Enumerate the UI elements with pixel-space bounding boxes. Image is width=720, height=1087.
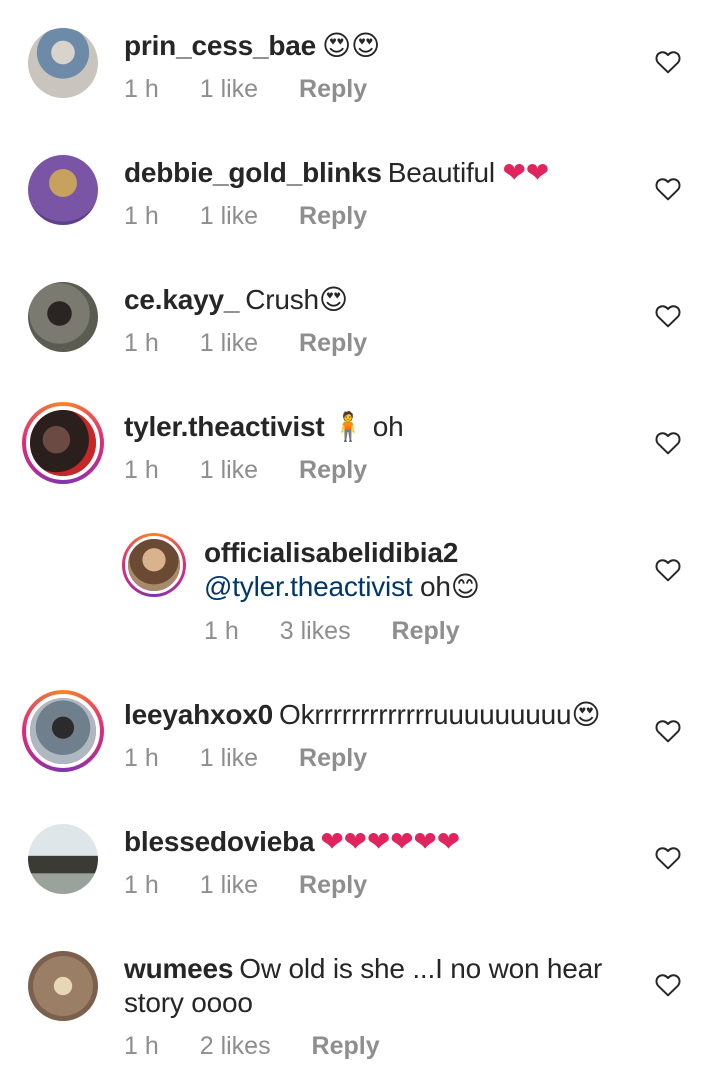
heart-outline-icon[interactable]: [655, 431, 681, 455]
comment-time: 1 h: [124, 75, 159, 103]
reply-button[interactable]: Reply: [299, 456, 367, 484]
avatar[interactable]: [22, 402, 104, 484]
reply-button[interactable]: Reply: [299, 871, 367, 899]
comment-username[interactable]: ce.kayy_: [124, 284, 239, 315]
comment-likes[interactable]: 1 like: [200, 871, 258, 899]
comment-username[interactable]: officialisabelidibia2: [204, 537, 458, 568]
comment-likes[interactable]: 3 likes: [280, 617, 351, 645]
comment-username[interactable]: blessedovieba: [124, 826, 315, 857]
avatar[interactable]: [28, 951, 98, 1021]
comment-emoji: 😍: [571, 698, 601, 731]
avatar[interactable]: [122, 533, 186, 597]
comment-username[interactable]: leeyahxox0: [124, 699, 273, 730]
comment-likes[interactable]: 2 likes: [200, 1032, 271, 1060]
comment-likes[interactable]: 1 like: [200, 75, 258, 103]
comment-emoji: ❤❤: [502, 156, 550, 189]
reply-button[interactable]: Reply: [392, 617, 460, 645]
heart-outline-icon[interactable]: [655, 50, 681, 74]
heart-outline-icon[interactable]: [655, 558, 681, 582]
reply-button[interactable]: Reply: [312, 1032, 380, 1060]
comment-likes[interactable]: 1 like: [200, 744, 258, 772]
avatar[interactable]: [28, 28, 98, 98]
heart-outline-icon[interactable]: [655, 719, 681, 743]
comment-text: Ow old is she ...I no won hear: [239, 953, 603, 984]
reply-button[interactable]: Reply: [299, 202, 367, 230]
comment-likes[interactable]: 1 like: [200, 202, 258, 230]
comment-time: 1 h: [124, 202, 159, 230]
heart-outline-icon[interactable]: [655, 973, 681, 997]
comment-username[interactable]: wumees: [124, 953, 233, 984]
comment-emoji: ❤❤❤❤❤❤: [320, 825, 460, 858]
comment-emoji: 🧍: [330, 410, 366, 443]
comment-text: oh: [372, 411, 404, 442]
mention-link[interactable]: @tyler.theactivist: [204, 571, 413, 602]
comment-text: oh: [420, 571, 451, 602]
reply-button[interactable]: Reply: [299, 75, 367, 103]
reply-button[interactable]: Reply: [299, 329, 367, 357]
comment-emoji: 😍😍: [321, 29, 380, 62]
comment-text-continued: story oooo: [124, 987, 253, 1018]
comment-username[interactable]: prin_cess_bae: [124, 30, 316, 61]
comment-username[interactable]: tyler.theactivist: [124, 411, 325, 442]
heart-outline-icon[interactable]: [655, 846, 681, 870]
avatar[interactable]: [28, 824, 98, 894]
avatar[interactable]: [22, 690, 104, 772]
comment-emoji: 😊: [450, 570, 480, 603]
comment-likes[interactable]: 1 like: [200, 329, 258, 357]
comment-time: 1 h: [124, 1032, 159, 1060]
avatar[interactable]: [28, 282, 98, 352]
comment-time: 1 h: [124, 329, 159, 357]
heart-outline-icon[interactable]: [655, 177, 681, 201]
comment-time: 1 h: [124, 744, 159, 772]
comment-time: 1 h: [124, 456, 159, 484]
comment-text: Okrrrrrrrrrrrrruuuuuuuuu: [279, 699, 572, 730]
comment-username[interactable]: debbie_gold_blinks: [124, 157, 382, 188]
reply-button[interactable]: Reply: [299, 744, 367, 772]
avatar[interactable]: [28, 155, 98, 225]
comment-time: 1 h: [124, 871, 159, 899]
comment-emoji: 😍: [318, 283, 348, 316]
comment-time: 1 h: [204, 617, 239, 645]
comment-likes[interactable]: 1 like: [200, 456, 258, 484]
comment-text: Crush: [245, 284, 319, 315]
comment-text: Beautiful: [387, 157, 495, 188]
heart-outline-icon[interactable]: [655, 304, 681, 328]
